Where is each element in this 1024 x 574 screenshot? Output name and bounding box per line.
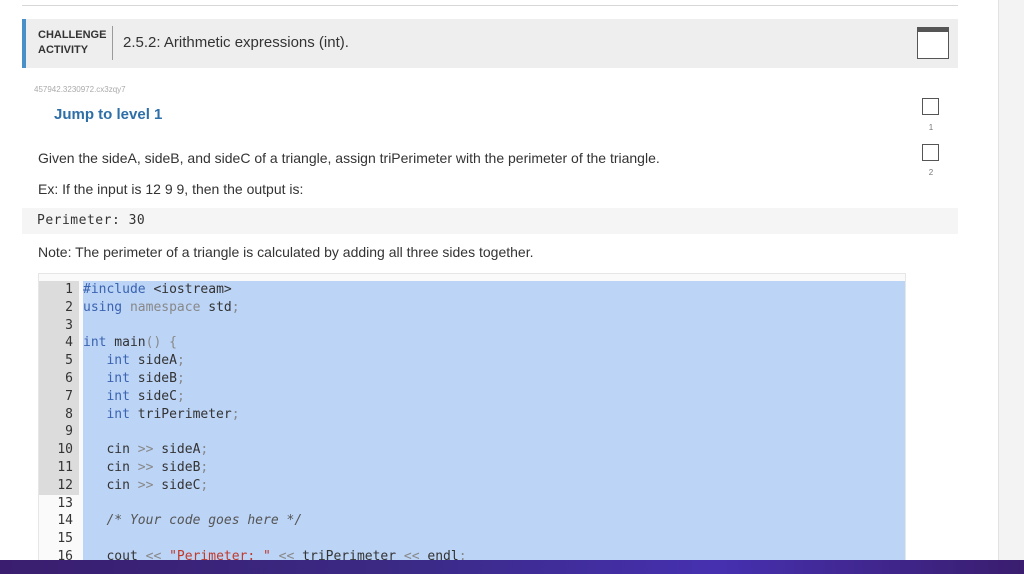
- code-editor[interactable]: 1 2 3 4 5 6 7 8 9 10 11 12 13 14 15 16 #…: [38, 273, 906, 563]
- code-line[interactable]: int sideB;: [83, 369, 905, 388]
- code-token: ;: [200, 477, 209, 493]
- code-token: using: [83, 299, 123, 315]
- line-number: 7: [39, 387, 79, 406]
- line-number: 14: [57, 513, 73, 529]
- code-token: cin: [83, 459, 138, 475]
- code-token: std: [200, 299, 232, 315]
- code-token: int: [106, 353, 130, 369]
- activity-title: 2.5.2: Arithmetic expressions (int).: [123, 34, 349, 51]
- code-token: sideB: [153, 459, 201, 475]
- challenge-header: CHALLENGE ACTIVITY 2.5.2: Arithmetic exp…: [22, 19, 958, 68]
- note-text: Note: The perimeter of a triangle is cal…: [38, 244, 534, 260]
- line-number: 10: [39, 441, 79, 459]
- code-token: main: [106, 335, 146, 351]
- code-token: sideA: [153, 442, 201, 458]
- instruction-text: Given the sideA, sideB, and sideC of a t…: [38, 150, 660, 166]
- code-token: namespace: [122, 299, 201, 315]
- completion-checkbox-icon: [917, 27, 949, 59]
- challenge-activity-label: CHALLENGE ACTIVITY: [38, 28, 106, 58]
- code-line[interactable]: [83, 530, 905, 548]
- code-token: >>: [137, 442, 154, 458]
- line-number: 1: [39, 281, 79, 299]
- code-token: int: [106, 370, 130, 386]
- code-token: sideB: [129, 370, 177, 386]
- code-token: >>: [137, 477, 154, 493]
- line-number: 3: [39, 316, 79, 335]
- code-token: cin: [83, 477, 138, 493]
- code-token: () {: [145, 335, 177, 351]
- sample-output-box: Perimeter: 30: [22, 208, 958, 234]
- code-token: cin: [83, 442, 138, 458]
- code-token: >>: [137, 459, 154, 475]
- level-2-number: 2: [928, 168, 934, 177]
- line-number: 15: [57, 531, 73, 547]
- code-line[interactable]: cin >> sideB;: [83, 458, 905, 477]
- line-number: 2: [39, 298, 79, 317]
- code-line[interactable]: [83, 423, 905, 442]
- code-line[interactable]: int main() {: [83, 334, 905, 353]
- code-token: triPerimeter: [129, 406, 232, 422]
- code-token: ;: [176, 353, 185, 369]
- code-line[interactable]: int sideC;: [83, 387, 905, 406]
- challenge-label-line2: ACTIVITY: [38, 44, 89, 56]
- code-token: <iostream>: [145, 282, 232, 297]
- code-line[interactable]: int triPerimeter;: [83, 405, 905, 424]
- code-token: sideC: [153, 477, 201, 493]
- sample-output-text: Perimeter: 30: [37, 213, 146, 228]
- code-line[interactable]: #include <iostream>: [83, 281, 905, 299]
- code-token: int: [83, 335, 107, 351]
- line-number: 9: [39, 423, 79, 442]
- code-line[interactable]: /* Your code goes here */: [83, 512, 905, 531]
- level-1-number: 1: [928, 123, 934, 132]
- top-divider: [22, 0, 958, 6]
- code-line[interactable]: using namespace std;: [83, 298, 905, 317]
- line-number: 13: [57, 495, 73, 511]
- bottom-bar: [0, 560, 1024, 574]
- code-token: ;: [176, 388, 185, 404]
- code-line[interactable]: cin >> sideA;: [83, 441, 905, 459]
- code-token: ;: [200, 459, 209, 475]
- level-2-checkbox-icon[interactable]: [922, 144, 939, 161]
- code-line[interactable]: [83, 316, 905, 335]
- code-token: #include: [83, 282, 146, 297]
- code-line[interactable]: cin >> sideC;: [83, 476, 905, 495]
- code-line[interactable]: [83, 494, 905, 513]
- line-number-gutter: 1 2 3 4 5 6 7 8 9 10 11 12 13 14 15 16: [39, 281, 79, 562]
- header-divider: [112, 26, 113, 60]
- right-scroll-gutter: [998, 0, 1024, 574]
- code-token: ;: [200, 442, 209, 458]
- code-token: ;: [231, 299, 240, 315]
- line-number: 4: [39, 334, 79, 353]
- code-token: sideA: [129, 353, 177, 369]
- line-number: 12: [39, 476, 79, 495]
- code-token: ;: [231, 406, 240, 422]
- level-1-checkbox-icon[interactable]: [922, 98, 939, 115]
- code-comment: /* Your code goes here */: [83, 513, 303, 529]
- line-number: 5: [39, 352, 79, 370]
- line-number: 6: [39, 369, 79, 388]
- example-text: Ex: If the input is 12 9 9, then the out…: [38, 181, 304, 197]
- line-number: 11: [39, 458, 79, 477]
- jump-to-level-link[interactable]: Jump to level 1: [54, 106, 162, 123]
- code-token: int: [106, 406, 130, 422]
- line-number: 8: [39, 405, 79, 424]
- code-area[interactable]: #include <iostream> using namespace std;…: [83, 281, 905, 562]
- challenge-label-line1: CHALLENGE: [38, 29, 107, 41]
- code-token: sideC: [129, 388, 177, 404]
- code-token: ;: [176, 370, 185, 386]
- code-line[interactable]: int sideA;: [83, 352, 905, 370]
- activity-id: 457942.3230972.cx3zqy7: [34, 85, 126, 94]
- code-token: int: [106, 388, 130, 404]
